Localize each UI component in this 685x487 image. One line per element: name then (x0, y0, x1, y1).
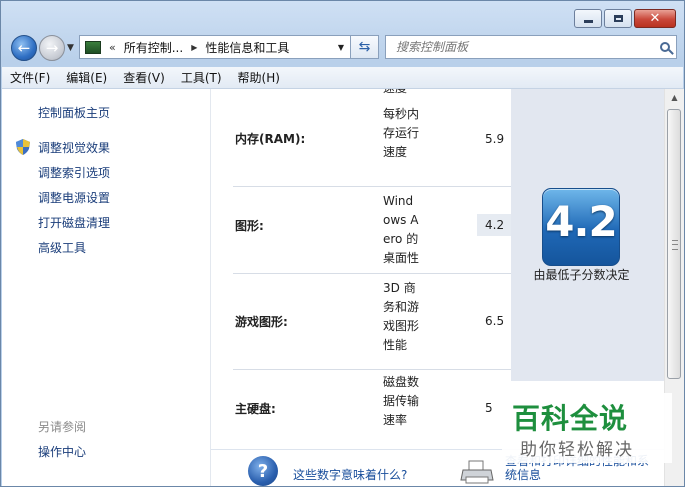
maximize-icon (613, 15, 623, 22)
watermark-subtitle: 助你轻松解决 (520, 440, 634, 460)
menu-edit[interactable]: 编辑(E) (58, 69, 115, 86)
sidebar-home-link[interactable]: 控制面板主页 (38, 104, 110, 121)
breadcrumb-arrow-icon[interactable]: ▶ (191, 43, 197, 52)
breadcrumb-performance[interactable]: 性能信息和工具 (205, 39, 289, 56)
base-score-panel: 4.2 由最低子分数决定 (511, 89, 664, 381)
component-name: 内存(RAM): (235, 132, 306, 146)
breadcrumb-all-control-panel[interactable]: 所有控制... (124, 39, 183, 56)
table-row: 图形: Windows Aero 的桌面性能 4.2 (233, 186, 511, 274)
sidebar-item-power[interactable]: 调整电源设置 (38, 189, 110, 206)
see-also-heading: 另请参阅 (38, 420, 87, 434)
table-row: 游戏图形: 3D 商务和游戏图形性能 6.5 (233, 273, 511, 370)
sidebar-item-disk-cleanup[interactable]: 打开磁盘清理 (38, 214, 110, 231)
close-button[interactable]: ✕ (634, 9, 676, 28)
what-do-numbers-mean-link[interactable]: 这些数字意味着什么? (293, 466, 407, 483)
partial-description: 速度 (383, 89, 419, 98)
help-question-icon: ? (248, 456, 278, 486)
minimize-icon (583, 20, 593, 23)
watermark-title: 百科全说 (512, 402, 629, 435)
forward-button[interactable]: → (39, 35, 65, 61)
component-name: 图形: (235, 219, 264, 233)
window: ✕ ← → ▼ « 所有控制... ▶ 性能信息和工具 ▼ ⇆ 文件(F) 编辑… (0, 0, 685, 487)
search-icon[interactable] (660, 42, 670, 52)
table-row: 主硬盘: 磁盘数据传输速率 5 (233, 369, 511, 450)
sidebar-item-advanced-tools[interactable]: 高级工具 (38, 239, 86, 256)
rating-table: 速度 内存(RAM): 每秒内存运行速度 5.9 图形: Windows Aer… (233, 89, 511, 450)
component-name: 主硬盘: (235, 402, 276, 416)
refresh-button[interactable]: ⇆ (351, 35, 379, 59)
scroll-grip-icon (672, 240, 678, 250)
printer-icon (460, 460, 494, 484)
back-arrow-icon: ← (17, 39, 31, 57)
close-icon: ✕ (649, 11, 661, 26)
minimize-button[interactable] (574, 9, 602, 28)
control-panel-icon (85, 40, 101, 54)
address-dropdown-icon[interactable]: ▼ (338, 43, 344, 52)
table-row: 内存(RAM): 每秒内存运行速度 5.9 (233, 99, 511, 187)
component-description: 3D 商务和游戏图形性能 (383, 281, 419, 352)
breadcrumb-overflow[interactable]: « (109, 41, 116, 54)
menu-tools[interactable]: 工具(T) (173, 69, 230, 86)
search-box[interactable] (385, 35, 677, 59)
menu-help[interactable]: 帮助(H) (230, 69, 288, 86)
base-score-caption: 由最低子分数决定 (533, 268, 630, 282)
uac-shield-icon (16, 139, 30, 155)
scroll-up-button[interactable]: ▲ (665, 89, 684, 106)
address-bar[interactable]: « 所有控制... ▶ 性能信息和工具 ▼ (79, 35, 351, 59)
component-name: 游戏图形: (235, 315, 288, 329)
caption-buttons: ✕ (574, 9, 676, 28)
search-input[interactable] (394, 39, 648, 55)
watermark: 百科全说 助你轻松解决 (502, 393, 672, 463)
menu-file[interactable]: 文件(F) (2, 69, 58, 86)
maximize-button[interactable] (604, 9, 632, 28)
menu-bar: 文件(F) 编辑(E) 查看(V) 工具(T) 帮助(H) (2, 67, 683, 89)
subscore: 5.9 (485, 132, 505, 146)
sidebar-item-action-center[interactable]: 操作中心 (38, 443, 86, 460)
chevron-down-icon: ▼ (67, 43, 74, 53)
sidebar: 控制面板主页 调整视觉效果 调整索引选项 调整电源设置 打开磁盘清理 高级工具 … (2, 89, 211, 486)
subscore-lowest: 4.2 (477, 214, 511, 236)
menu-view[interactable]: 查看(V) (115, 69, 173, 86)
refresh-icon: ⇆ (358, 39, 371, 55)
content-area: 控制面板主页 调整视觉效果 调整索引选项 调整电源设置 打开磁盘清理 高级工具 … (2, 89, 684, 486)
component-description: 磁盘数据传输速率 (383, 375, 419, 427)
sidebar-item-indexing[interactable]: 调整索引选项 (38, 164, 110, 181)
scroll-thumb[interactable] (667, 109, 681, 379)
recent-pages-dropdown[interactable]: ▼ (67, 43, 74, 53)
base-score-value: 4.2 (545, 197, 617, 246)
sidebar-item-visual-effects[interactable]: 调整视觉效果 (38, 139, 110, 156)
component-description: Windows Aero 的桌面性能 (383, 194, 419, 265)
back-button[interactable]: ← (11, 35, 37, 61)
base-score-badge: 4.2 (542, 188, 620, 266)
forward-arrow-icon: → (45, 39, 59, 57)
scroll-up-icon: ▲ (671, 93, 678, 102)
component-description: 每秒内存运行速度 (383, 107, 419, 159)
subscore: 6.5 (485, 314, 505, 328)
